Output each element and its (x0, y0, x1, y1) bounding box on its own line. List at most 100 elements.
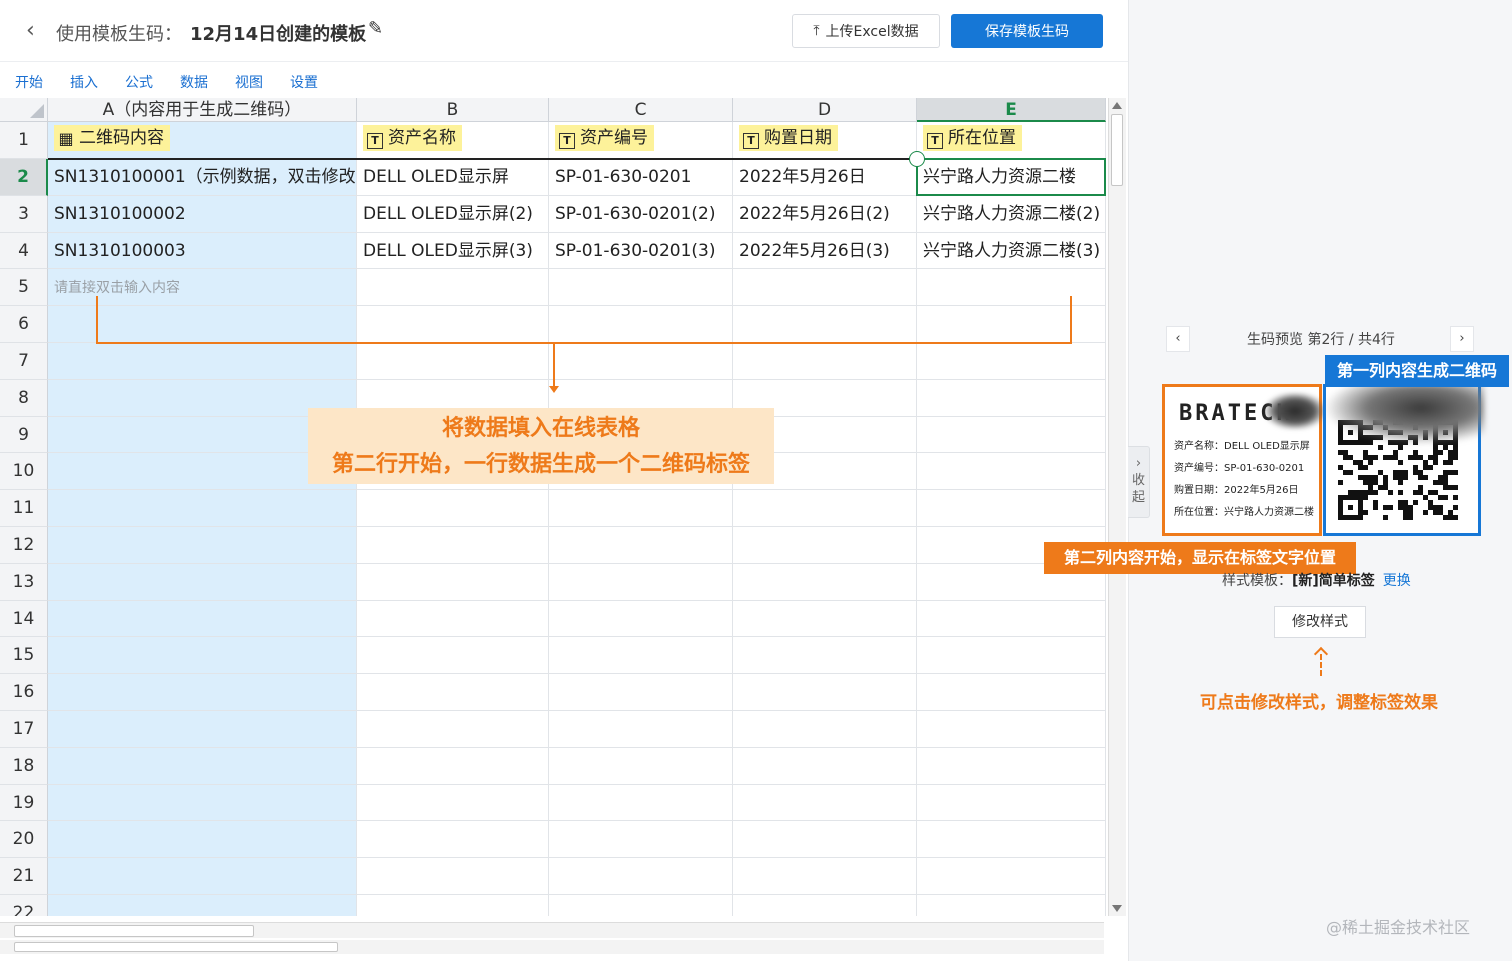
row-header[interactable]: 15 (0, 637, 48, 675)
grid-cell[interactable]: T 所在位置 (917, 122, 1106, 159)
save-template-button[interactable]: 保存模板生码 (951, 14, 1103, 48)
row-header[interactable]: 20 (0, 821, 48, 859)
grid-cell[interactable] (549, 563, 733, 601)
grid-cell[interactable] (48, 563, 357, 601)
grid-cell[interactable] (48, 784, 357, 822)
grid-cell[interactable] (357, 895, 549, 916)
grid-cell[interactable]: SP-01-630-0201(2) (549, 195, 733, 233)
grid-cell[interactable] (357, 784, 549, 822)
pencil-icon[interactable]: ✎ (368, 18, 383, 39)
row-header[interactable]: 6 (0, 306, 48, 343)
row-header[interactable]: 21 (0, 858, 48, 895)
grid-cell[interactable] (733, 784, 917, 822)
grid-cell[interactable] (549, 343, 733, 380)
menu-item-settings[interactable]: 设置 (290, 68, 318, 98)
vertical-scroll-thumb[interactable] (1111, 114, 1123, 186)
grid-cell[interactable] (549, 784, 733, 822)
grid-cell[interactable]: T 资产编号 (549, 122, 733, 159)
row-header[interactable]: 14 (0, 600, 48, 638)
grid-cell[interactable] (917, 453, 1106, 491)
grid-cell[interactable]: 兴宁路人力资源二楼(3) (917, 232, 1106, 270)
row-header[interactable]: 2 (0, 159, 48, 196)
grid-cell[interactable]: DELL OLED显示屏 (357, 159, 549, 196)
grid-cell[interactable]: 兴宁路人力资源二楼(2) (917, 195, 1106, 233)
next-row-button[interactable]: › (1450, 326, 1474, 352)
grid-cell[interactable] (733, 600, 917, 638)
grid-cell[interactable] (48, 858, 357, 895)
menu-item-start[interactable]: 开始 (15, 68, 43, 98)
grid-cell[interactable] (48, 674, 357, 711)
grid-cell[interactable] (733, 563, 917, 601)
grid-cell[interactable] (48, 600, 357, 638)
grid-cell[interactable] (549, 711, 733, 748)
grid-cell[interactable] (733, 490, 917, 527)
select-all-corner[interactable] (0, 98, 48, 122)
modify-style-button[interactable]: 修改样式 (1274, 606, 1366, 638)
row-header[interactable]: 11 (0, 490, 48, 527)
grid-cell[interactable]: SN1310100002 (48, 195, 357, 233)
grid-cell[interactable] (733, 895, 917, 916)
menu-item-data[interactable]: 数据 (180, 68, 208, 98)
grid-cell[interactable] (48, 527, 357, 564)
grid-cell[interactable] (48, 895, 357, 916)
grid-cell[interactable]: 2022年5月26日(3) (733, 232, 917, 270)
grid-cell[interactable]: T 资产名称 (357, 122, 549, 159)
grid-cell[interactable] (733, 637, 917, 675)
sheet-scroll-thumb[interactable] (14, 942, 338, 952)
selection-handle[interactable] (909, 151, 925, 167)
grid-cell[interactable] (917, 416, 1106, 454)
grid-cell[interactable] (357, 747, 549, 785)
scroll-down-icon[interactable] (1112, 905, 1122, 912)
grid-cell[interactable] (549, 637, 733, 675)
grid-cell[interactable] (549, 821, 733, 859)
grid-cell[interactable]: SN1310100003 (48, 232, 357, 270)
grid-cell[interactable] (733, 711, 917, 748)
grid-cell[interactable] (549, 490, 733, 527)
chevron-left-icon[interactable]: ‹ (26, 18, 35, 43)
grid-cell[interactable] (733, 674, 917, 711)
column-header-d[interactable]: D (733, 98, 917, 122)
grid-cell[interactable] (357, 600, 549, 638)
horizontal-scroll-thumb[interactable] (14, 925, 254, 937)
grid-cell[interactable]: 2022年5月26日 (733, 159, 917, 196)
grid-cell[interactable]: 兴宁路人力资源二楼 (917, 159, 1106, 196)
menu-item-formula[interactable]: 公式 (125, 68, 153, 98)
grid-cell[interactable] (917, 379, 1106, 417)
grid-cell[interactable] (917, 674, 1106, 711)
grid-cell[interactable] (357, 637, 549, 675)
collapse-panel-button[interactable]: › 收 起 (1128, 446, 1150, 518)
grid-cell[interactable] (549, 895, 733, 916)
row-header[interactable]: 7 (0, 343, 48, 380)
grid-cell[interactable] (917, 711, 1106, 748)
grid-cell[interactable] (357, 343, 549, 380)
menu-item-insert[interactable]: 插入 (70, 68, 98, 98)
row-header[interactable]: 1 (0, 122, 48, 159)
grid-cell[interactable]: SP-01-630-0201(3) (549, 232, 733, 270)
grid-cell[interactable] (549, 747, 733, 785)
grid-cell[interactable] (549, 600, 733, 638)
row-header[interactable]: 10 (0, 453, 48, 491)
row-header[interactable]: 18 (0, 747, 48, 785)
grid-cell[interactable] (733, 343, 917, 380)
row-header[interactable]: 17 (0, 711, 48, 748)
row-header[interactable]: 5 (0, 269, 48, 307)
grid-cell[interactable] (357, 821, 549, 859)
grid-cell[interactable] (917, 821, 1106, 859)
grid-cell[interactable] (917, 637, 1106, 675)
grid-cell[interactable] (48, 747, 357, 785)
change-style-link[interactable]: 更换 (1383, 573, 1411, 589)
grid-cell[interactable] (733, 821, 917, 859)
grid-cell[interactable] (917, 600, 1106, 638)
menu-item-view[interactable]: 视图 (235, 68, 263, 98)
column-header-c[interactable]: C (549, 98, 733, 122)
grid-cell[interactable] (917, 895, 1106, 916)
grid-cell[interactable] (733, 858, 917, 895)
column-header-a[interactable]: A（内容用于生成二维码） (48, 98, 357, 122)
row-header[interactable]: 9 (0, 416, 48, 454)
grid-cell[interactable] (733, 747, 917, 785)
grid-cell[interactable] (357, 527, 549, 564)
grid-cell[interactable] (357, 711, 549, 748)
upload-excel-button[interactable]: ⤒ 上传Excel数据 (792, 14, 940, 48)
grid-cell[interactable] (917, 490, 1106, 527)
grid-cell[interactable] (917, 343, 1106, 380)
